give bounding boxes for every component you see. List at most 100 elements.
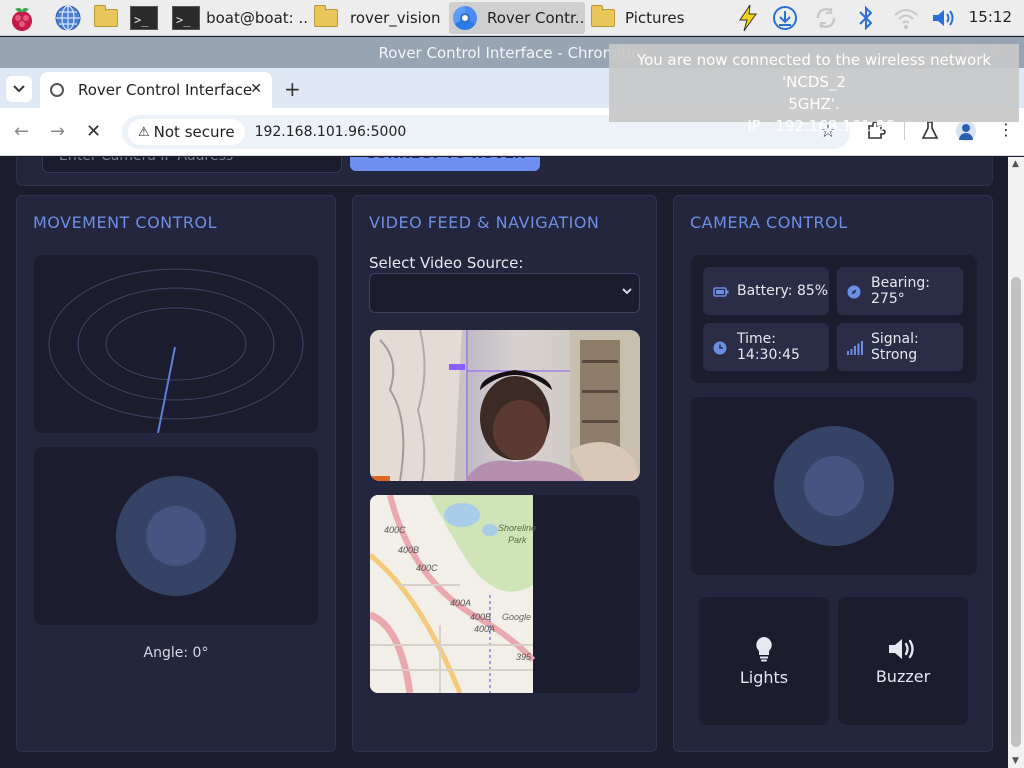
map-label: Shoreline	[498, 523, 536, 533]
video-navigation-card: VIDEO FEED & NAVIGATION Select Video Sou…	[352, 195, 657, 752]
taskbar-window-label: boat@boat: ..	[206, 9, 308, 27]
taskbar-window-label: rover_vision	[350, 9, 441, 27]
battery-status: Battery: 85%	[703, 267, 829, 315]
map-label: 400C	[416, 563, 438, 573]
taskbar-window-chromium[interactable]: Rover Contr..	[449, 2, 585, 34]
volume-speaker-icon	[889, 638, 914, 659]
camera-control-card: CAMERA CONTROL Battery: 85% Bearing: 275°…	[673, 195, 993, 752]
lights-button[interactable]: Lights	[699, 597, 829, 725]
forward-arrow-icon[interactable]: →	[50, 121, 65, 142]
time-text: Time: 14:30:45	[737, 331, 800, 363]
notification-line: You are now connected to the wireless ne…	[636, 51, 992, 91]
map-label: 400A	[474, 624, 495, 634]
sync-icon[interactable]	[812, 4, 840, 32]
video-feed	[370, 330, 640, 481]
scroll-thumb[interactable]	[1011, 277, 1021, 747]
scroll-up-icon[interactable]: ▲	[1012, 159, 1019, 169]
map-label: 400A	[450, 598, 471, 608]
movement-control-card: MOVEMENT CONTROL Angle: 0°	[16, 195, 336, 752]
camera-control-title: CAMERA CONTROL	[690, 213, 848, 232]
power-warning-icon[interactable]	[734, 4, 762, 32]
page-scrollbar[interactable]: ▲ ▼	[1008, 157, 1024, 768]
chevron-down-icon	[622, 288, 632, 295]
stop-loading-icon[interactable]: ✕	[86, 121, 101, 142]
chromium-icon	[453, 6, 477, 30]
map-label: 400C	[384, 525, 406, 535]
bluetooth-icon[interactable]	[852, 4, 880, 32]
notification-ip: IP : 192.168.101.96	[747, 117, 895, 135]
clock-icon	[713, 340, 727, 355]
taskbar-window-terminal[interactable]: >_ boat@boat: ..	[172, 2, 308, 34]
signal-bars-icon	[847, 340, 863, 355]
angle-readout: Angle: 0°	[143, 645, 209, 661]
movement-radar-display	[34, 255, 318, 434]
taskbar-clock[interactable]: 15:12	[969, 8, 1012, 26]
camera-ip-input[interactable]: Enter Camera IP Address	[42, 157, 342, 173]
security-label: Not secure	[153, 123, 235, 141]
signal-status: Signal: Strong	[837, 323, 963, 371]
time-status: Time: 14:30:45	[703, 323, 829, 371]
taskbar-window-pictures[interactable]: Pictures	[589, 2, 699, 34]
map-label: Google	[502, 612, 531, 622]
browser-launcher-icon[interactable]	[54, 4, 82, 32]
scroll-down-icon[interactable]: ▼	[1012, 756, 1019, 766]
os-taskbar: >_ >_ boat@boat: .. rover_vision Rover C…	[0, 0, 1024, 36]
tab-title: Rover Control Interface	[78, 81, 253, 99]
wifi-connected-notification[interactable]: You are now connected to the wireless ne…	[609, 44, 1019, 135]
video-navigation-title: VIDEO FEED & NAVIGATION	[369, 213, 600, 232]
volume-icon[interactable]	[930, 4, 958, 32]
warning-icon: ⚠	[138, 124, 150, 140]
url-text[interactable]: 192.168.101.96:5000	[255, 124, 407, 140]
battery-icon	[713, 284, 729, 298]
video-source-label: Select Video Source:	[369, 254, 524, 272]
status-panel: Battery: 85% Bearing: 275° Time: 14:30:45 …	[691, 255, 977, 383]
bearing-value: 275°	[871, 291, 905, 307]
buzzer-button[interactable]: Buzzer	[838, 597, 968, 725]
tab-rover-control[interactable]: Rover Control Interface ✕	[40, 72, 272, 108]
globe-icon	[50, 83, 64, 97]
signal-text: Signal: Strong	[871, 331, 919, 363]
terminal-launcher-icon[interactable]: >_	[130, 4, 158, 32]
map-label: 395	[516, 652, 532, 662]
connect-to-rover-button[interactable]: CONNECT TO ROVER	[350, 157, 540, 171]
movement-control-title: MOVEMENT CONTROL	[33, 213, 218, 232]
camera-joystick[interactable]	[691, 397, 977, 575]
file-manager-icon[interactable]	[92, 4, 120, 32]
video-source-select[interactable]	[369, 273, 640, 313]
tab-search-button[interactable]	[6, 76, 32, 102]
map-label: 400B	[470, 612, 491, 622]
window-title: Rover Control Interface - Chromium	[378, 43, 646, 62]
bearing-label: Bearing:	[871, 275, 930, 291]
updates-icon[interactable]	[771, 4, 799, 32]
navigation-map[interactable]: 400C 400B 400C 400A 400B 400A Shoreline …	[370, 495, 640, 693]
map-label: 400B	[398, 545, 419, 555]
back-arrow-icon[interactable]: ←	[14, 121, 29, 142]
close-tab-icon[interactable]: ✕	[250, 81, 262, 97]
signal-value: Strong	[871, 347, 918, 363]
bearing-status: Bearing: 275°	[837, 267, 963, 315]
movement-joystick[interactable]	[34, 447, 318, 625]
new-tab-icon[interactable]: +	[284, 77, 301, 101]
terminal-icon: >_	[172, 6, 201, 30]
raspberry-menu-icon[interactable]	[8, 4, 36, 32]
time-label: Time:	[737, 331, 776, 347]
wifi-icon[interactable]	[892, 4, 920, 32]
connection-card: Enter Camera IP Address CONNECT TO ROVER	[16, 157, 993, 186]
time-value: 14:30:45	[737, 347, 800, 363]
lightbulb-icon	[756, 636, 772, 661]
joystick-base	[774, 426, 894, 546]
taskbar-window-label: Rover Contr..	[487, 9, 585, 27]
bearing-text: Bearing: 275°	[871, 275, 930, 307]
security-chip[interactable]: ⚠ Not secure	[128, 119, 245, 145]
notification-line: 5GHZ'.	[788, 95, 840, 113]
joystick-base	[116, 476, 236, 596]
joystick-knob[interactable]	[146, 506, 206, 566]
taskbar-window-label: Pictures	[625, 9, 685, 27]
compass-icon	[847, 284, 861, 299]
joystick-knob[interactable]	[804, 456, 864, 516]
folder-icon	[314, 5, 338, 27]
taskbar-window-rover-vision[interactable]: rover_vision	[312, 2, 446, 34]
battery-text: Battery: 85%	[737, 283, 829, 299]
signal-label: Signal:	[871, 331, 919, 347]
map-label: Park	[508, 535, 527, 545]
